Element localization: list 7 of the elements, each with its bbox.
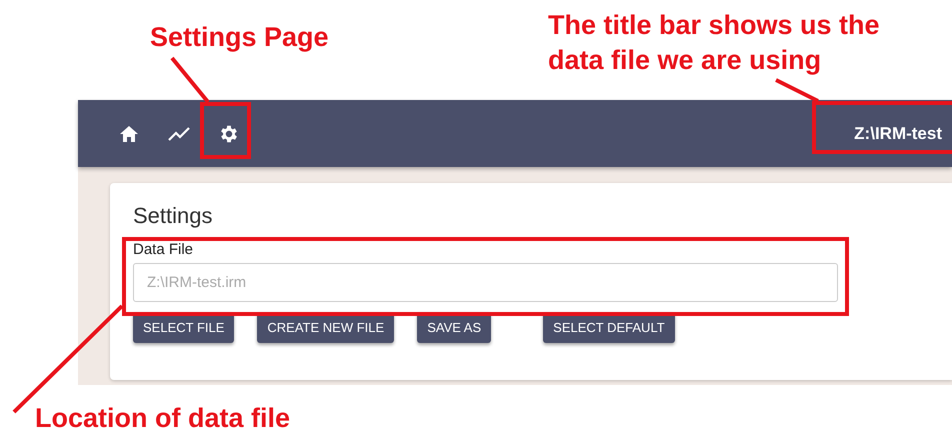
app-title: Z:\IRM-test xyxy=(854,124,942,144)
field-label: Data File xyxy=(133,241,194,258)
annotation-label: The title bar shows us the data file we are using xyxy=(548,9,880,77)
data-file-field[interactable]: Z:\IRM-test.irm xyxy=(133,263,838,302)
settings-heading: Settings xyxy=(133,203,212,229)
annotation-label: Location of data file xyxy=(35,402,290,434)
annotation-label: Settings Page xyxy=(150,21,329,54)
